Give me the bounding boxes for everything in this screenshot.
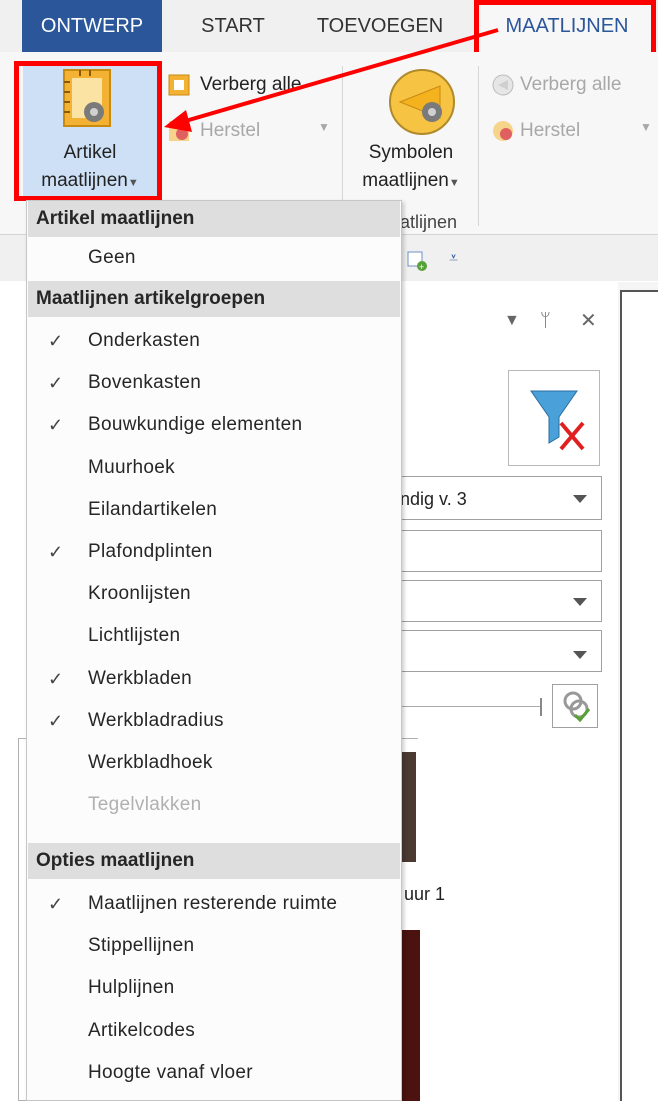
filter-select-2[interactable]	[380, 630, 602, 672]
menu-item-label: Artikelcodes	[88, 1019, 196, 1041]
ribbon-separator	[478, 66, 479, 226]
menu-item-kroonlijsten[interactable]: Kroonlijsten	[28, 573, 400, 615]
thumbnail-caption: uur 1	[404, 884, 446, 904]
checkmark-icon: ✓	[48, 668, 64, 689]
close-icon[interactable]: ✕	[580, 308, 597, 333]
add-item-icon[interactable]: +	[406, 250, 428, 272]
menu-item-label: Werkbladen	[88, 667, 193, 689]
link-button[interactable]	[552, 684, 598, 728]
menu-header-artikel-maatlijnen: Artikel maatlijnen	[28, 201, 400, 237]
menu-item-label: Geen	[88, 247, 136, 268]
filter-select-1[interactable]	[380, 580, 602, 622]
menu-item-werkbladen[interactable]: ✓ Werkbladen	[28, 658, 400, 700]
menu-item-maatlijnen-resterende-ruimte[interactable]: ✓ Maatlijnen resterende ruimte	[28, 883, 400, 925]
menu-item-label: Hoogte vanaf vloer	[88, 1061, 253, 1083]
tab-start[interactable]: START	[188, 0, 278, 52]
search-input[interactable]	[380, 530, 602, 572]
herstel-symbolen-button[interactable]: Herstel	[520, 120, 580, 142]
tab-toevoegen[interactable]: TOEVOEGEN	[305, 0, 455, 52]
menu-item-label: Bovenkasten	[88, 372, 202, 394]
link-check-icon	[563, 691, 591, 723]
symbolen-button-label[interactable]: Symbolen	[350, 142, 472, 164]
slider-tick	[540, 698, 542, 716]
chevron-down-icon: ▼	[448, 177, 460, 189]
herstel-dropdown-arrow[interactable]: ▼	[318, 120, 330, 134]
menu-item-label: Muurhoek	[88, 456, 175, 478]
menu-item-hoogte-vanaf-vloer[interactable]: Hoogte vanaf vloer	[28, 1052, 400, 1094]
hide-symbols-icon	[492, 74, 514, 96]
herstel-symbolen-dropdown-arrow[interactable]: ▼	[640, 120, 652, 134]
menu-item-bouwkundige-elementen[interactable]: ✓ Bouwkundige elementen	[28, 404, 400, 446]
restore-icon	[169, 121, 189, 141]
menu-item-label: Plafondplinten	[88, 541, 213, 562]
checkmark-icon: ✓	[48, 415, 64, 436]
chevron-down-icon	[573, 495, 587, 503]
checkmark-icon: ✓	[48, 894, 64, 914]
clear-filter-button[interactable]	[508, 370, 600, 466]
menu-item-lichtlijsten[interactable]: Lichtlijsten	[28, 615, 400, 657]
menu-item-label: Werkbladradius	[88, 709, 224, 731]
menu-item-tegelvlakken[interactable]: Tegelvlakken	[28, 784, 400, 826]
menu-header-artikelgroepen: Maatlijnen artikelgroepen	[28, 281, 400, 317]
menu-item-geen[interactable]: Geen	[28, 237, 400, 279]
button-highlight-frame	[14, 61, 162, 201]
menu-item-muurhoek[interactable]: Muurhoek	[28, 447, 400, 489]
checkmark-icon: ✓	[48, 542, 64, 562]
cone-gear-icon	[389, 69, 455, 135]
panel-menu-icon[interactable]: ▼	[504, 312, 520, 330]
menu-item-stippellijnen[interactable]: Stippellijnen	[28, 925, 400, 967]
menu-item-onderkasten[interactable]: ✓ Onderkasten	[28, 320, 400, 362]
pin-icon[interactable]: ᛘ	[540, 310, 551, 331]
menu-item-artikelcodes[interactable]: Artikelcodes	[28, 1010, 400, 1052]
checkmark-icon: ✓	[48, 710, 64, 731]
menu-header-opties: Opties maatlijnen	[28, 843, 400, 879]
chevron-down-icon	[573, 598, 587, 606]
menu-item-hulplijnen[interactable]: Hulplijnen	[28, 967, 400, 1009]
menu-item-werkbladhoek[interactable]: Werkbladhoek	[28, 742, 400, 784]
tab-ontwerp[interactable]: ONTWERP	[22, 0, 162, 52]
filter-clear-icon	[530, 390, 585, 451]
ribbon-group-label: atlijnen	[400, 212, 458, 232]
svg-text:+: +	[419, 262, 424, 272]
menu-item-eilandartikelen[interactable]: Eilandartikelen	[28, 489, 400, 531]
menu-item-bovenkasten[interactable]: ✓ Bovenkasten	[28, 362, 400, 404]
menu-item-label: Eilandartikelen	[88, 498, 218, 520]
menu-item-label: Onderkasten	[88, 330, 201, 351]
verberg-alle-symbolen-button[interactable]: Verberg alle	[520, 74, 621, 96]
herstel-button[interactable]: Herstel	[200, 120, 260, 142]
menu-item-label: Maatlijnen resterende ruimte	[88, 893, 338, 914]
menu-item-label: Lichtlijsten	[88, 625, 181, 647]
drawing-canvas[interactable]	[620, 290, 658, 1101]
menu-item-plafondplinten[interactable]: ✓ Plafondplinten	[28, 531, 400, 573]
menu-item-werkbladradius[interactable]: ✓ Werkbladradius	[28, 700, 400, 742]
menu-item-label: Kroonlijsten	[88, 583, 191, 605]
verberg-alle-button[interactable]: Verberg alle	[200, 74, 301, 96]
menu-item-label: Hulplijnen	[88, 977, 175, 999]
menu-item-label: Werkbladhoek	[88, 752, 213, 773]
hide-dimensions-icon	[168, 74, 190, 96]
checkmark-icon: ✓	[48, 373, 64, 394]
chevron-down-icon	[573, 651, 587, 659]
slider-track[interactable]	[380, 706, 540, 707]
artikel-maatlijnen-menu: Artikel maatlijnen Maatlijnen artikelgro…	[26, 200, 402, 1101]
restore-symbols-icon	[493, 121, 513, 141]
menu-item-label: Tegelvlakken	[88, 794, 202, 816]
customize-quick-access-icon[interactable]: ⩡	[449, 250, 458, 268]
article-thumbnail[interactable]	[400, 930, 420, 1101]
symbolen-button-label[interactable]: maatlijnen▼	[350, 170, 472, 192]
menu-item-label: Bouwkundige elementen	[88, 414, 303, 436]
catalog-select[interactable]: kundig v. 3	[380, 476, 602, 520]
checkmark-icon: ✓	[48, 331, 64, 351]
menu-item-label: Stippellijnen	[88, 935, 195, 957]
